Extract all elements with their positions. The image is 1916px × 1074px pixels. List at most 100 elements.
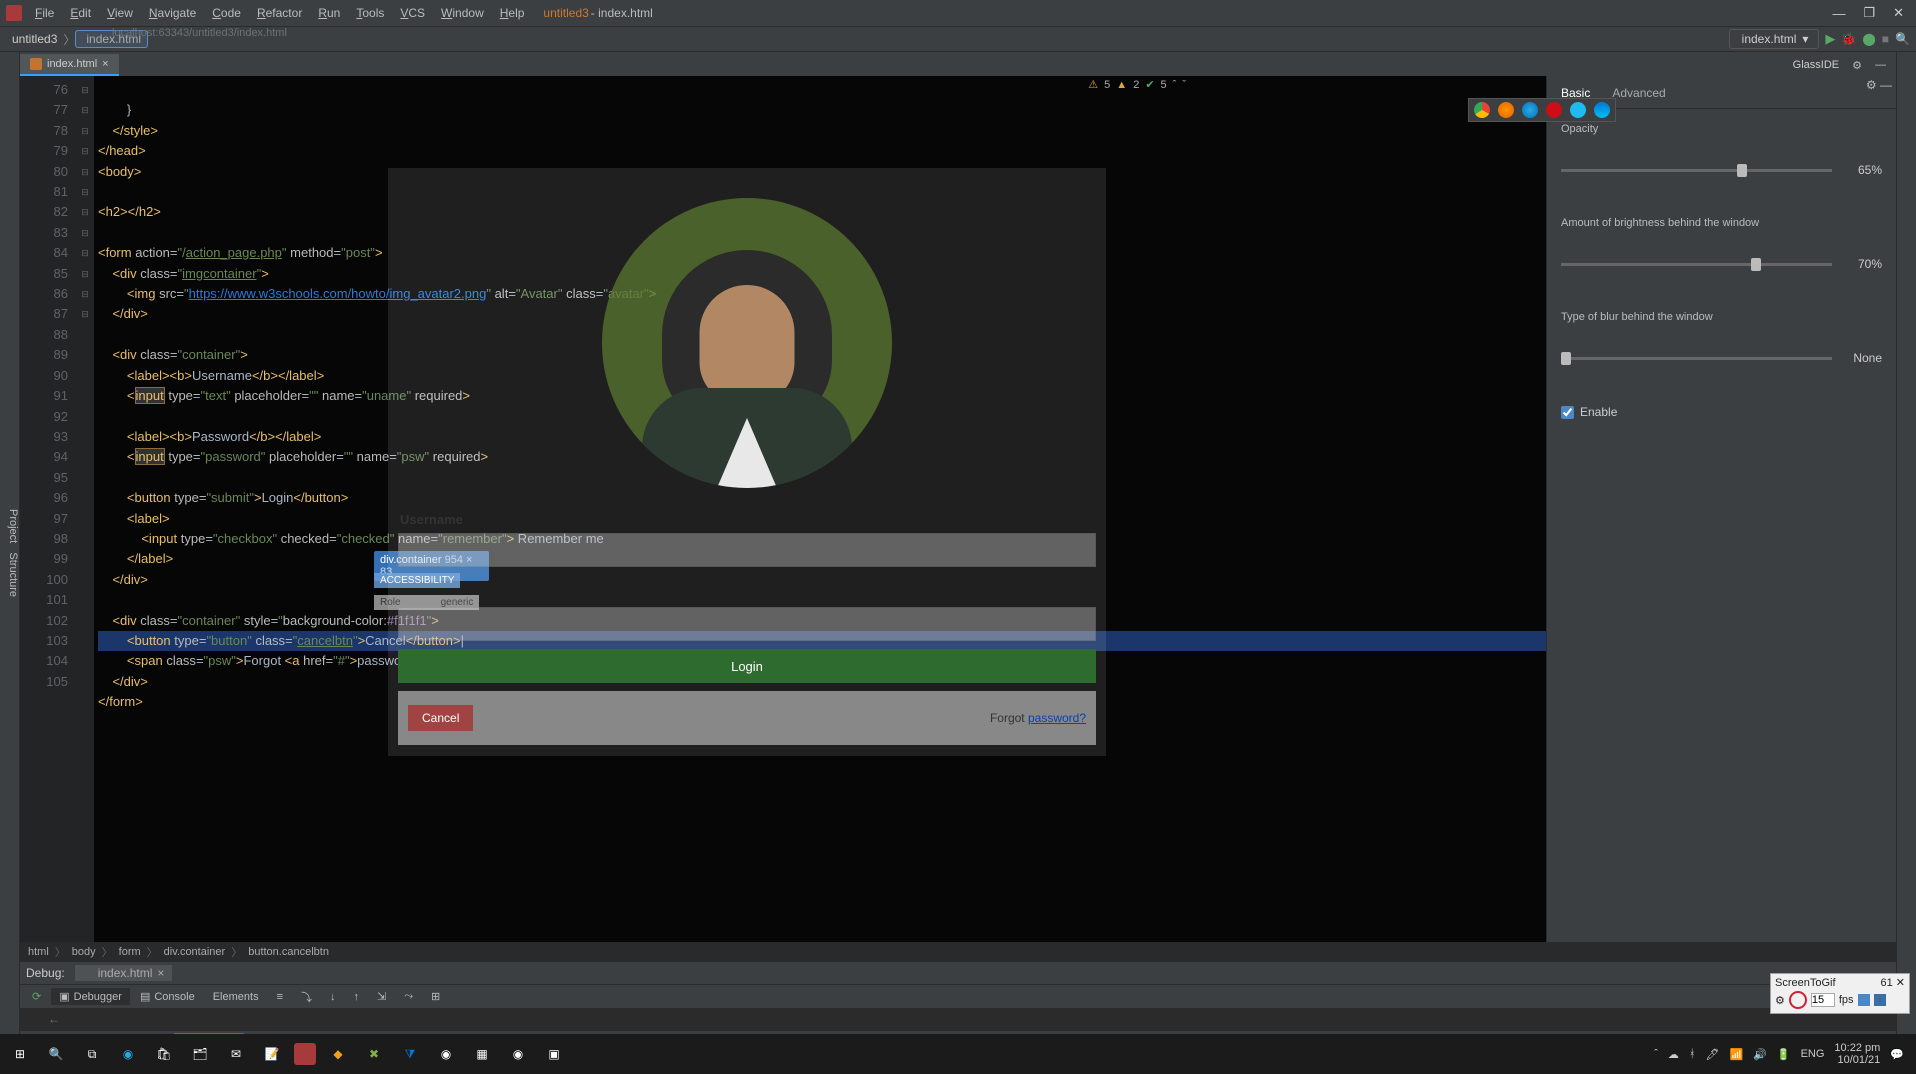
chrome-icon[interactable]: ◉: [504, 1040, 532, 1068]
blur-slider[interactable]: [1561, 357, 1832, 360]
crumb-project[interactable]: untitled3: [6, 30, 63, 48]
battery-icon[interactable]: 🔋: [1777, 1048, 1791, 1061]
pen-icon[interactable]: 🖊: [1706, 1048, 1720, 1061]
chrome-icon[interactable]: [1474, 102, 1490, 118]
evaluate-icon[interactable]: ⊞: [423, 988, 448, 1005]
store-icon[interactable]: 🛍: [150, 1040, 178, 1068]
mail-icon[interactable]: ✉: [222, 1040, 250, 1068]
right-tool-strip[interactable]: [1896, 52, 1916, 1044]
window-close[interactable]: ✕: [1893, 5, 1904, 21]
menu-tools[interactable]: Tools: [349, 3, 391, 23]
code-breadcrumb[interactable]: html〉 body〉 form〉 div.container〉 button.…: [20, 942, 1896, 962]
step-over-icon[interactable]: ⤵: [293, 987, 320, 1007]
run-to-cursor-icon[interactable]: ⤳: [396, 988, 421, 1005]
wifi-icon[interactable]: 📶: [1729, 1048, 1743, 1061]
firefox-icon[interactable]: [1498, 102, 1514, 118]
menu-window[interactable]: Window: [434, 3, 491, 23]
step-force-icon[interactable]: ⇲: [369, 988, 394, 1005]
step-icon[interactable]: ≡: [269, 989, 291, 1005]
sp-tab-advanced[interactable]: Advanced: [1610, 82, 1667, 108]
debug-button[interactable]: 🐞: [1841, 32, 1856, 46]
opacity-slider[interactable]: [1561, 169, 1832, 172]
tab-index-html[interactable]: index.html×: [20, 54, 119, 76]
stop-button[interactable]: ■: [1882, 32, 1889, 46]
close-icon[interactable]: ✕: [1896, 977, 1905, 989]
menu-refactor[interactable]: Refactor: [250, 3, 309, 23]
menu-view[interactable]: View: [100, 3, 140, 23]
window-title-a: untitled3: [543, 6, 588, 20]
app-icon[interactable]: ✖: [360, 1040, 388, 1068]
step-into-icon[interactable]: ↓: [322, 989, 344, 1005]
stg-fps-input[interactable]: [1811, 993, 1835, 1007]
volume-icon[interactable]: 🔊: [1753, 1048, 1767, 1061]
gear-icon[interactable]: ⚙ —: [1866, 78, 1892, 92]
debug-tab-debugger[interactable]: ▣ Debugger: [51, 988, 130, 1005]
gear-icon[interactable]: ⚙: [1852, 59, 1862, 72]
edge-icon[interactable]: [1594, 102, 1610, 118]
hide-icon[interactable]: —: [1875, 59, 1886, 71]
menu-run[interactable]: Run: [311, 3, 347, 23]
vscode-icon[interactable]: ⧩: [396, 1040, 424, 1068]
safari-icon[interactable]: [1522, 102, 1538, 118]
run-coverage-button[interactable]: ⬤: [1862, 32, 1875, 46]
code-area[interactable]: } </style> </head> <body> <h2></h2> <for…: [94, 76, 1546, 942]
menu-vcs[interactable]: VCS: [393, 3, 432, 23]
screentogif-widget[interactable]: ScreenToGif61 ✕ ⚙ fps: [1770, 973, 1910, 1014]
clock[interactable]: 10:22 pm10/01/21: [1834, 1042, 1880, 1066]
browser-picker[interactable]: [1468, 98, 1616, 122]
stop-icon[interactable]: [1874, 994, 1886, 1006]
onedrive-icon[interactable]: ☁: [1668, 1048, 1679, 1061]
run-button[interactable]: ▶: [1825, 31, 1835, 47]
bluetooth-icon[interactable]: ᚼ: [1689, 1048, 1696, 1060]
debug-tab-elements[interactable]: Elements: [205, 989, 267, 1005]
app-icon: [6, 5, 22, 21]
app-icon[interactable]: ◆: [324, 1040, 352, 1068]
notifications-icon[interactable]: 💬: [1890, 1048, 1904, 1061]
enable-checkbox[interactable]: Enable: [1561, 405, 1882, 419]
explorer-icon[interactable]: 🗂: [186, 1040, 214, 1068]
menu-navigate[interactable]: Navigate: [142, 3, 203, 23]
run-config-select[interactable]: index.html▾: [1729, 29, 1820, 49]
menu-code[interactable]: Code: [205, 3, 248, 23]
brightness-slider[interactable]: [1561, 263, 1832, 266]
close-icon[interactable]: ×: [157, 966, 164, 980]
taskview-icon[interactable]: ⧉: [78, 1040, 106, 1068]
intellij-icon[interactable]: [294, 1043, 316, 1065]
start-button[interactable]: ⊞: [6, 1040, 34, 1068]
chevron-up-icon[interactable]: ˆ: [1654, 1048, 1658, 1060]
windows-taskbar: ⊞ 🔍 ⧉ ◉ 🛍 🗂 ✉ 📝 ◆ ✖ ⧩ ◉ ▦ ◉ ▣ ˆ ☁ ᚼ 🖊 📶 …: [0, 1034, 1916, 1074]
window-minimize[interactable]: —: [1832, 6, 1845, 21]
system-tray[interactable]: ˆ ☁ ᚼ 🖊 📶 🔊 🔋 ENG 10:22 pm10/01/21 💬: [1654, 1042, 1910, 1066]
menu-file[interactable]: File: [28, 3, 61, 23]
url-hint: localhost:63343/untitled3/index.html: [112, 27, 287, 39]
opera-icon[interactable]: [1546, 102, 1562, 118]
menu-help[interactable]: Help: [493, 3, 532, 23]
debug-body[interactable]: ←: [20, 1008, 1896, 1030]
notes-icon[interactable]: 📝: [258, 1040, 286, 1068]
search-everywhere-button[interactable]: 🔍: [1895, 32, 1910, 46]
screentogif-icon[interactable]: ▦: [468, 1040, 496, 1068]
search-icon[interactable]: 🔍: [42, 1040, 70, 1068]
close-icon[interactable]: ×: [102, 58, 108, 70]
code-editor[interactable]: ⚠5 ▲2 ✔5 ˆˇ 7677787980818283848586878889…: [20, 76, 1546, 942]
step-out-icon[interactable]: ↑: [346, 989, 368, 1005]
project-tool-strip[interactable]: Project Structure: [0, 52, 20, 1044]
chrome-icon[interactable]: ◉: [432, 1040, 460, 1068]
inspections-widget[interactable]: ⚠5 ▲2 ✔5 ˆˇ: [1088, 78, 1186, 91]
debug-tab-console[interactable]: ▤ Console: [132, 988, 203, 1005]
record-icon[interactable]: [1789, 991, 1807, 1009]
ie-icon[interactable]: [1570, 102, 1586, 118]
tab-glasside[interactable]: GlassIDE ⚙ —: [1783, 54, 1896, 76]
debug-session-chip[interactable]: index.html×: [75, 965, 173, 981]
window-maximize[interactable]: ❐: [1863, 5, 1875, 21]
gutter[interactable]: 7677787980818283848586878889909192939495…: [20, 76, 76, 942]
debug-rerun[interactable]: ⟳: [24, 988, 49, 1005]
edge-icon[interactable]: ◉: [114, 1040, 142, 1068]
cmd-icon[interactable]: ▣: [540, 1040, 568, 1068]
menu-edit[interactable]: Edit: [63, 3, 98, 23]
pause-icon[interactable]: [1858, 994, 1870, 1006]
fold-column[interactable]: ⊟⊟⊟⊟⊟⊟⊟⊟⊟⊟⊟⊟: [76, 76, 94, 942]
gear-icon[interactable]: ⚙: [1775, 994, 1785, 1007]
debug-header: Debug: index.html× ⚙ —: [20, 962, 1896, 984]
language-indicator[interactable]: ENG: [1801, 1048, 1825, 1060]
